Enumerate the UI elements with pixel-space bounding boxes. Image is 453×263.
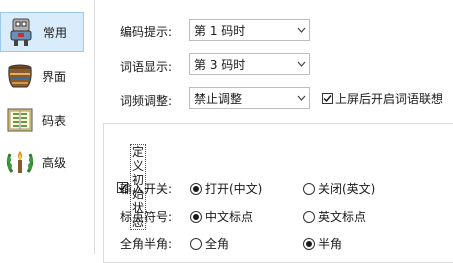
word-association-checkbox[interactable]: 上屏后开启词语联想	[322, 90, 443, 107]
radio-checked-icon	[303, 237, 315, 250]
dropdown-value: 第 3 码时	[194, 57, 246, 72]
dropdown-value: 第 1 码时	[194, 23, 246, 38]
laurel-torch-icon	[2, 144, 38, 180]
radio-full-width[interactable]: 全角	[190, 235, 229, 252]
radio-label: 打开(中文)	[205, 182, 263, 196]
radio-label: 关闭(英文)	[318, 182, 376, 196]
radio-label: 中文标点	[205, 210, 254, 224]
radio-half-width[interactable]: 半角	[303, 235, 342, 252]
robot-icon	[3, 14, 39, 50]
radio-input-off[interactable]: 关闭(英文)	[303, 180, 375, 197]
radio-unchecked-icon	[303, 210, 315, 223]
book-icon	[2, 102, 38, 138]
word-display-label: 词语显示:	[120, 60, 173, 74]
freq-adjust-dropdown[interactable]: 禁止调整	[189, 87, 310, 109]
punctuation-label: 标点符号:	[120, 210, 173, 224]
radio-unchecked-icon	[190, 237, 202, 250]
pot-icon	[2, 58, 38, 94]
sidebar-item-label: 界面	[42, 69, 67, 84]
radio-label: 英文标点	[318, 210, 367, 224]
radio-input-on[interactable]: 打开(中文)	[190, 180, 262, 197]
dropdown-value: 禁止调整	[194, 91, 243, 106]
checkbox-label: 上屏后开启词语联想	[335, 92, 444, 106]
radio-unchecked-icon	[303, 182, 315, 195]
radio-punct-english[interactable]: 英文标点	[303, 208, 366, 225]
sidebar-item-label: 高级	[42, 155, 67, 170]
sidebar-item-interface[interactable]: 界面	[0, 56, 84, 96]
width-mode-label: 全角半角:	[120, 237, 173, 251]
sidebar-item-codebook[interactable]: 码表	[0, 100, 84, 140]
checkmark-icon	[322, 93, 333, 104]
sidebar-item-label: 常用	[43, 25, 68, 40]
sidebar-item-label: 码表	[42, 113, 67, 128]
word-display-dropdown[interactable]: 第 3 码时	[189, 53, 310, 75]
freq-adjust-label: 词频调整:	[120, 94, 173, 108]
radio-label: 半角	[318, 237, 343, 251]
radio-checked-icon	[190, 182, 202, 195]
sidebar-divider	[94, 0, 95, 254]
radio-checked-icon	[190, 210, 202, 223]
chevron-down-icon	[293, 61, 309, 67]
input-switch-label: 输入开关:	[120, 182, 173, 196]
radio-punct-chinese[interactable]: 中文标点	[190, 208, 253, 225]
sidebar-item-common[interactable]: 常用	[0, 12, 84, 52]
chevron-down-icon	[293, 95, 309, 101]
chevron-down-icon	[293, 27, 309, 33]
sidebar-item-advanced[interactable]: 高级	[0, 142, 84, 182]
encoding-hint-dropdown[interactable]: 第 1 码时	[189, 19, 310, 41]
encoding-hint-label: 编码提示:	[120, 25, 173, 39]
radio-label: 全角	[205, 237, 230, 251]
category-sidebar: 常用 界面 码表 高级	[0, 0, 92, 254]
